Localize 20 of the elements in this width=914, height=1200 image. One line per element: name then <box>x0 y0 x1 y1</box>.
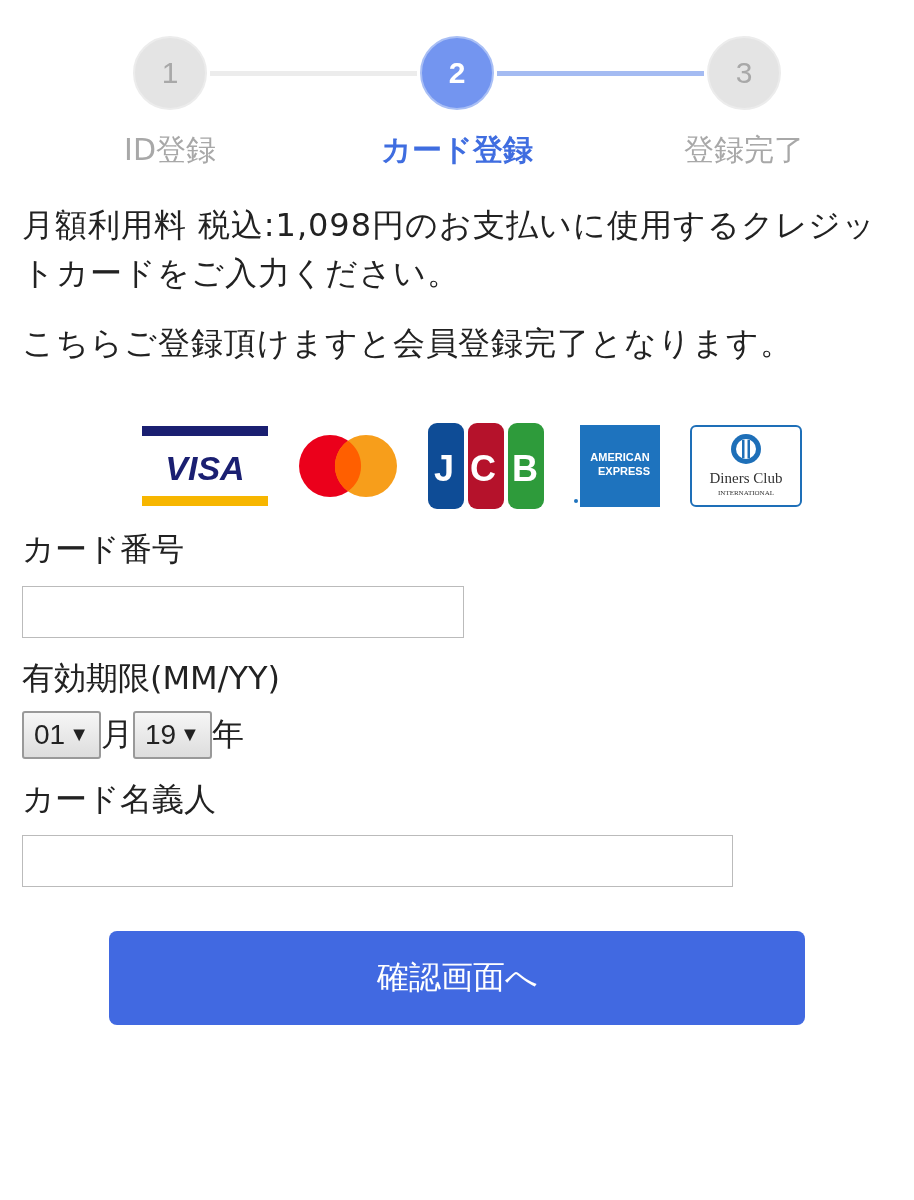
step-label: 登録完了 <box>684 131 804 169</box>
year-unit: 年 <box>211 713 244 755</box>
field-label: カード名義人 <box>22 778 217 820</box>
step-label: ID登録 <box>124 131 216 169</box>
instruction-text: こちらご登録頂けますと会員登録完了となります。 <box>22 323 795 364</box>
amex-logo: AMERICAN EXPRESS <box>574 425 660 507</box>
field-label: カード番号 <box>22 529 185 570</box>
confirm-button[interactable]: 確認画面へ <box>109 931 805 1026</box>
card-holder-field[interactable] <box>22 835 733 888</box>
step-circle: 3 <box>707 36 781 110</box>
field-label: 有効期限(MM/YY) <box>22 657 282 699</box>
visa-logo: VISA <box>142 426 268 506</box>
step-circle: 1 <box>133 36 207 110</box>
step-label: カード登録 <box>381 131 533 169</box>
step-circle: 2 <box>420 36 494 110</box>
year-select[interactable]: 19▼ <box>132 710 212 759</box>
card-number-field[interactable] <box>22 585 464 638</box>
month-select[interactable]: 01▼ <box>22 710 101 759</box>
month-unit: 月 <box>100 713 133 755</box>
instruction-text: 月額利用料 税込:1,098円のお支払いに使用するクレジットカードをご入力ください。 <box>22 205 878 294</box>
